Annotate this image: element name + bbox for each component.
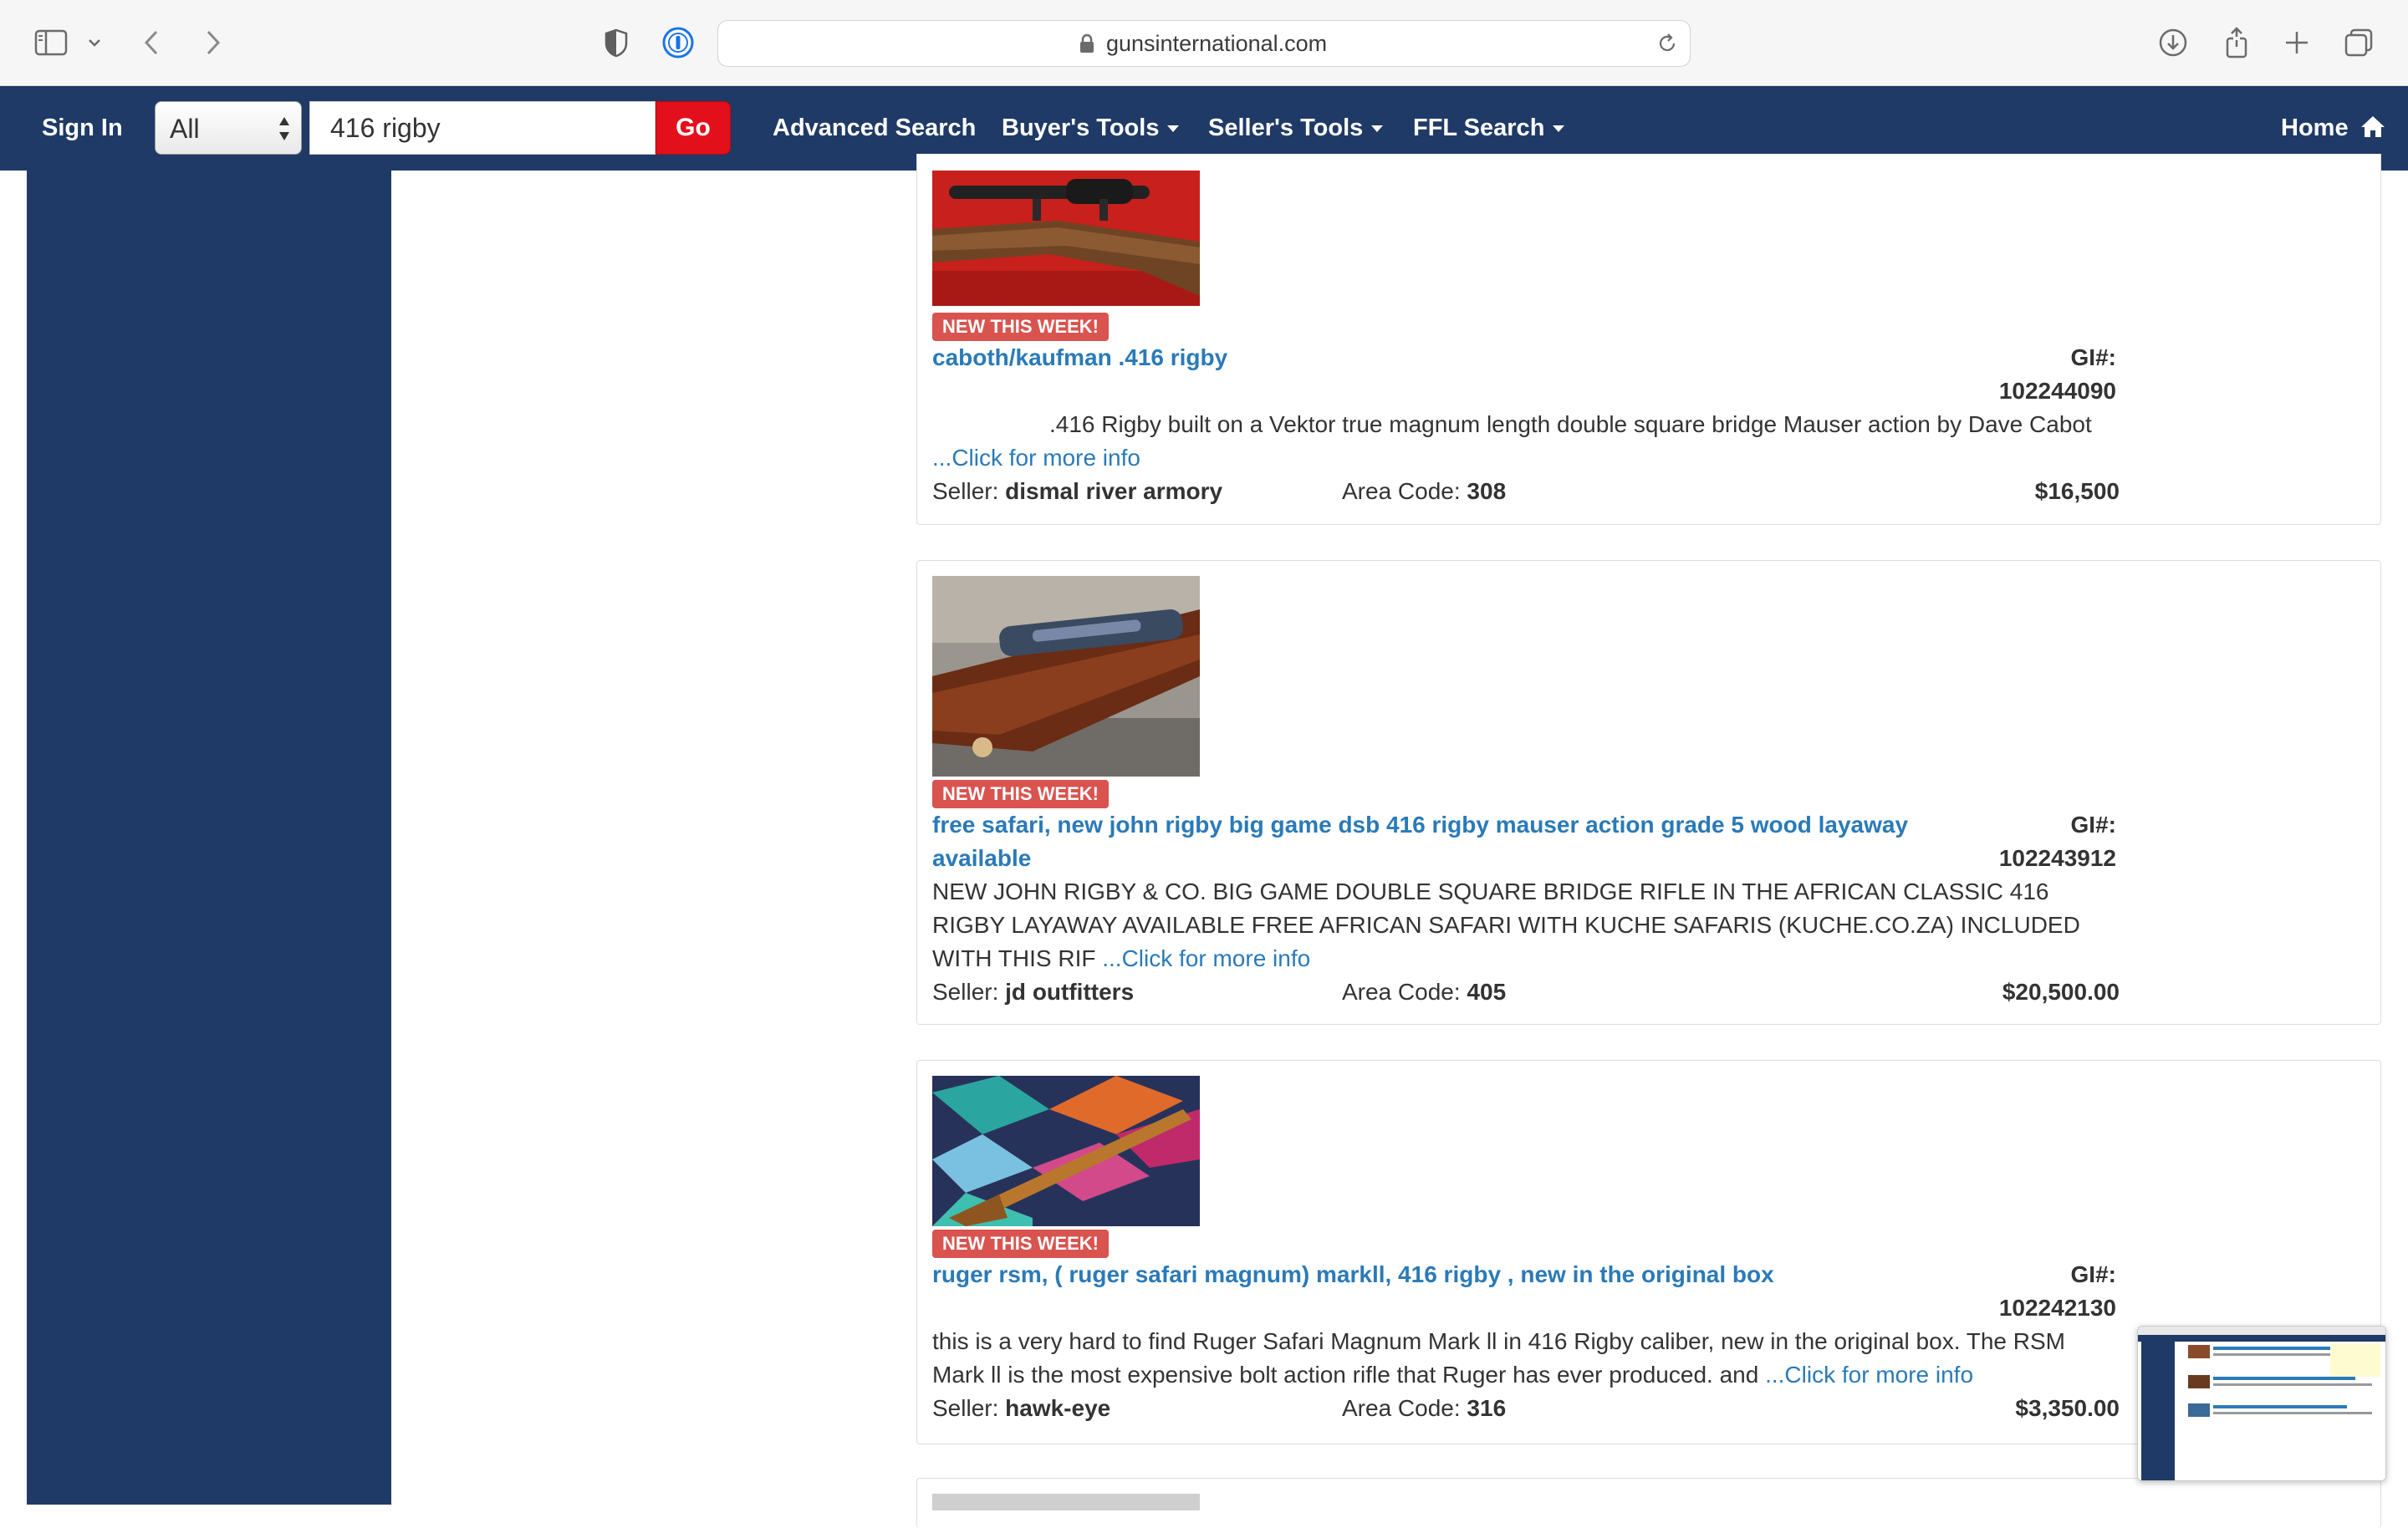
seller-info: Seller: hawk-eye <box>932 1392 1110 1425</box>
home-label: Home <box>2281 115 2349 141</box>
gi-number: 102243912 <box>1998 845 2116 871</box>
listing-photo[interactable] <box>932 576 1200 777</box>
area-code-info: Area Code: 308 <box>1342 475 1506 508</box>
listing-card <box>916 1478 2381 1528</box>
gi-number: 102242130 <box>1998 1295 2116 1321</box>
more-info-link[interactable]: ...Click for more info <box>932 445 1140 471</box>
listing-meta-row: Seller: dismal river armory Area Code: 3… <box>932 475 2120 508</box>
listing-description: this is a very hard to find Ruger Safari… <box>932 1325 2120 1392</box>
area-code-label: Area Code: <box>1342 1395 1461 1421</box>
gi-label: GI#: <box>2070 812 2116 838</box>
sellers-tools-label: Seller's Tools <box>1208 115 1364 141</box>
password-manager-icon[interactable] <box>661 25 696 60</box>
price: $3,350.00 <box>2015 1395 2120 1421</box>
go-button[interactable]: Go <box>656 101 731 155</box>
listing-meta-row: Seller: jd outfitters Area Code: 405 $20… <box>932 975 2120 1009</box>
area-code-value: 405 <box>1467 979 1507 1005</box>
category-select[interactable]: All <box>155 101 302 155</box>
listing-photo[interactable] <box>932 1076 1200 1226</box>
reload-icon[interactable] <box>1655 31 1680 56</box>
sellers-tools-menu[interactable]: Seller's Tools <box>1208 115 1384 142</box>
shield-icon[interactable] <box>599 25 634 60</box>
sidebar-icon[interactable] <box>33 25 69 60</box>
price: $20,500.00 <box>2002 979 2120 1005</box>
search-box <box>309 101 658 155</box>
ffl-search-label: FFL Search <box>1413 115 1545 141</box>
seller-info: Seller: dismal river armory <box>932 475 1222 508</box>
url-text: gunsinternational.com <box>1106 31 1328 56</box>
search-input[interactable] <box>329 102 658 154</box>
listing-meta-row: Seller: hawk-eye Area Code: 316 $3,350.0… <box>932 1392 2120 1425</box>
page-preview-thumbnail[interactable] <box>2137 1326 2386 1481</box>
new-this-week-badge: NEW THIS WEEK! <box>932 780 1109 808</box>
description-text: .416 Rigby built on a Vektor true magnum… <box>1049 411 2092 437</box>
seller-label: Seller: <box>932 1395 999 1421</box>
area-code-info: Area Code: 316 <box>1342 1392 1506 1425</box>
left-sidebar <box>27 171 391 1505</box>
area-code-label: Area Code: <box>1342 979 1461 1005</box>
listing-description: NEW JOHN RIGBY & CO. BIG GAME DOUBLE SQU… <box>932 875 2120 975</box>
caret-down-icon <box>1167 125 1180 133</box>
new-this-week-badge: NEW THIS WEEK! <box>932 313 1109 341</box>
more-info-link[interactable]: ...Click for more info <box>1765 1362 1973 1388</box>
listing-photo[interactable] <box>932 171 1200 306</box>
listing-title-link[interactable]: caboth/kaufman .416 rigby <box>932 341 1936 374</box>
back-icon[interactable] <box>135 25 171 60</box>
listing-card: NEW THIS WEEK! free safari, new john rig… <box>916 560 2381 1025</box>
category-select-value: All <box>170 114 200 144</box>
buyers-tools-label: Buyer's Tools <box>1002 115 1160 141</box>
listing-title-link[interactable]: free safari, new john rigby big game dsb… <box>932 808 1936 875</box>
seller-label: Seller: <box>932 979 999 1005</box>
buyers-tools-menu[interactable]: Buyer's Tools <box>1002 115 1180 142</box>
gi-label: GI#: <box>2070 344 2116 370</box>
advanced-search-link[interactable]: Advanced Search <box>773 115 976 142</box>
home-link[interactable]: Home <box>2281 115 2385 142</box>
seller-name[interactable]: jd outfitters <box>1005 979 1134 1005</box>
seller-name[interactable]: dismal river armory <box>1005 478 1222 504</box>
seller-name[interactable]: hawk-eye <box>1005 1395 1110 1421</box>
browser-toolbar: gunsinternational.com <box>0 0 2408 86</box>
new-this-week-badge: NEW THIS WEEK! <box>932 1230 1109 1258</box>
listing-photo[interactable] <box>932 1494 1200 1510</box>
caret-down-icon <box>1371 125 1384 133</box>
area-code-label: Area Code: <box>1342 478 1461 504</box>
home-icon <box>2360 116 2385 137</box>
listing-card: NEW THIS WEEK! caboth/kaufman .416 rigby… <box>916 154 2381 525</box>
price: $16,500 <box>2034 478 2120 504</box>
forward-icon[interactable] <box>194 25 229 60</box>
new-tab-icon[interactable] <box>2279 25 2314 60</box>
area-code-info: Area Code: 405 <box>1342 975 1506 1009</box>
select-arrows-icon <box>278 114 291 144</box>
seller-label: Seller: <box>932 478 999 504</box>
download-icon[interactable] <box>2155 25 2191 60</box>
lock-icon <box>1078 33 1096 53</box>
seller-info: Seller: jd outfitters <box>932 975 1134 1009</box>
ffl-search-menu[interactable]: FFL Search <box>1413 115 1565 142</box>
address-bar[interactable]: gunsinternational.com <box>717 20 1691 67</box>
sign-in-link[interactable]: Sign In <box>42 115 123 142</box>
chevron-down-icon[interactable] <box>84 25 105 60</box>
caret-down-icon <box>1553 125 1565 133</box>
area-code-value: 308 <box>1467 478 1507 504</box>
gi-label: GI#: <box>2070 1261 2116 1287</box>
more-info-link[interactable]: ...Click for more info <box>1102 945 1310 971</box>
tabs-overview-icon[interactable] <box>2341 25 2376 60</box>
gi-number: 102244090 <box>1998 378 2116 404</box>
listing-title-link[interactable]: ruger rsm, ( ruger safari magnum) markll… <box>932 1258 1936 1291</box>
area-code-value: 316 <box>1467 1395 1507 1421</box>
listing-description: .416 Rigby built on a Vektor true magnum… <box>932 408 2120 475</box>
share-icon[interactable] <box>2219 25 2254 60</box>
